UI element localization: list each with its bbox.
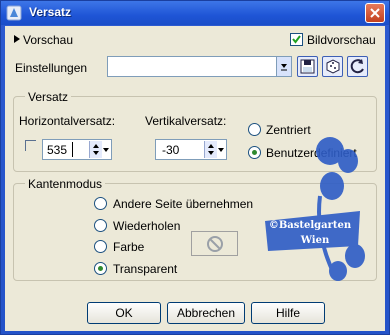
cancel-button[interactable]: Abbrechen (167, 302, 245, 324)
edge-option-radio-color[interactable] (94, 240, 107, 253)
window-title: Versatz (29, 5, 72, 19)
chevron-down-icon (103, 148, 109, 152)
chevron-down-icon (281, 64, 287, 71)
app-icon (6, 5, 22, 21)
settings-dropdown[interactable] (107, 56, 292, 77)
edge-option-repeat-label[interactable]: Wiederholen (113, 219, 180, 233)
edge-mode-group-label: Kantenmodus (25, 177, 106, 191)
horizontal-offset-field[interactable]: 535 (42, 139, 112, 160)
image-preview-label: Bildvorschau (307, 33, 376, 47)
vertical-offset-value[interactable]: -30 (162, 143, 179, 157)
text-cursor (72, 142, 73, 157)
edge-option-transparent-label[interactable]: Transparent (113, 262, 177, 276)
close-button[interactable] (365, 3, 385, 23)
settings-label: Einstellungen (15, 61, 88, 75)
color-swatch[interactable] (191, 231, 238, 256)
horizontal-offset-label: Horizontalversatz: (19, 114, 116, 128)
offset-group-label: Versatz (25, 90, 72, 104)
title-bar[interactable]: Versatz (1, 1, 389, 25)
close-icon (370, 8, 380, 18)
preview-toggle-label[interactable]: Vorschau (23, 33, 73, 47)
edge-option-color-label[interactable]: Farbe (113, 240, 144, 254)
help-button[interactable]: Hilfe (251, 302, 325, 324)
vertical-offset-field[interactable]: -30 (155, 139, 227, 160)
save-preset-icon (300, 59, 315, 74)
dialog-window: Versatz Vorschau Bildvorschau Einstellun… (0, 0, 390, 335)
no-symbol-icon (207, 236, 223, 252)
edge-option-radio-transparent[interactable] (94, 262, 107, 275)
horizontal-offset-dropdown[interactable] (101, 141, 111, 158)
reset-button[interactable] (347, 56, 368, 77)
triangle-right-icon[interactable] (13, 34, 21, 44)
dice-icon (326, 59, 340, 74)
random-button[interactable] (322, 56, 343, 77)
watermark-text-line2: Wien (300, 235, 330, 246)
vertical-offset-label: Vertikalversatz: (145, 114, 227, 128)
edge-option-wrap-label[interactable]: Andere Seite übernehmen (113, 197, 253, 211)
watermark-logo: ©Bastelgarten Wien (265, 137, 365, 281)
edge-option-radio-wrap[interactable] (94, 197, 107, 210)
vertical-offset-dropdown[interactable] (216, 141, 226, 158)
reset-icon (350, 59, 364, 74)
save-preset-button[interactable] (297, 56, 318, 77)
ok-button[interactable]: OK (87, 302, 161, 324)
link-bracket (25, 140, 36, 151)
horizontal-offset-value[interactable]: 535 (47, 143, 67, 157)
chevron-down-icon (218, 148, 224, 152)
image-preview-checkbox[interactable] (290, 33, 303, 46)
dialog-body: Vorschau Bildvorschau Einstellungen Vers… (5, 26, 385, 331)
checkmark-icon (292, 35, 301, 44)
watermark-text-line1: ©Bastelgarten (269, 220, 352, 231)
settings-dropdown-button[interactable] (276, 57, 291, 76)
edge-option-radio-repeat[interactable] (94, 219, 107, 232)
